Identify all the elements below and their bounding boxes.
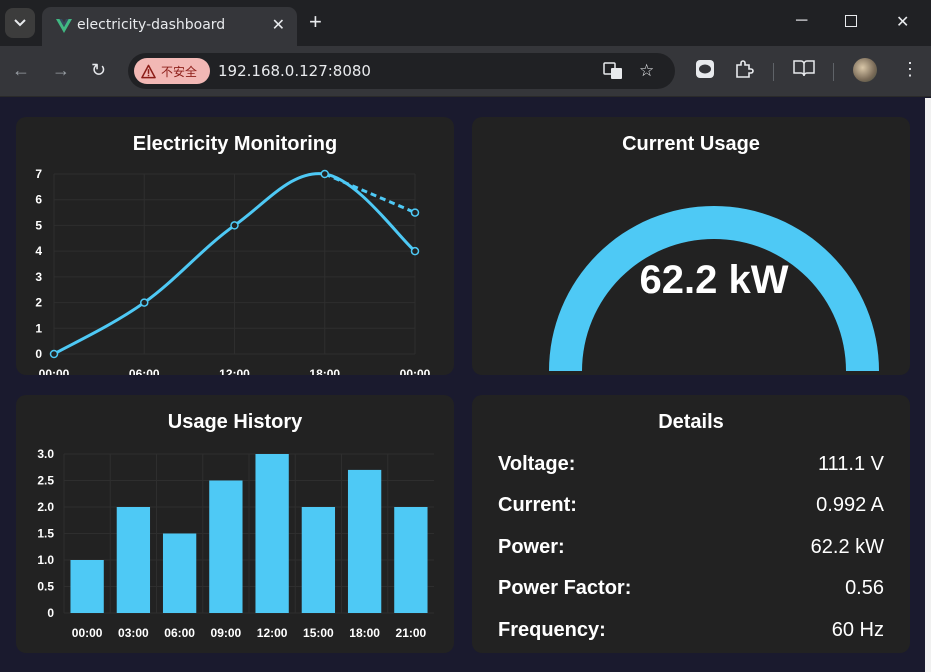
voltage-label: Voltage: [498,453,576,475]
y-tick-label: 6 [35,193,42,207]
x-tick-label: 21:00 [396,626,427,640]
power-value: 62.2 kW [810,536,884,558]
profile-avatar[interactable] [853,58,877,82]
toolbar-divider [833,63,834,81]
x-tick-label: 06:00 [129,367,160,375]
y-tick-label: 2.5 [37,474,54,488]
dashboard: Electricity Monitoring 0 1 2 3 4 5 6 7 00:00 06:0… [0,98,931,672]
current-value: 0.992 A [816,494,884,516]
x-tick-label: 12:00 [219,367,250,375]
details-card: Details Voltage: 111.1 V Current: 0.992 … [472,395,910,653]
current-label: Current: [498,494,577,516]
vue-logo-icon [56,19,72,33]
tab-search-button[interactable] [5,8,35,38]
details-row-voltage: Voltage: 111.1 V [498,453,884,477]
bar-chart: 0 0.5 1.0 1.5 2.0 2.5 3.0 00:00 03:00 06:00 09:00 1… [37,447,434,640]
x-tick-label: 00:00 [72,626,103,640]
bar [209,480,243,613]
monitoring-card: Electricity Monitoring 0 1 2 3 4 5 6 7 00:00 06:0… [16,117,454,375]
data-point [140,298,149,307]
new-tab-icon[interactable]: + [309,9,322,35]
details-row-power-factor: Power Factor: 0.56 [498,577,884,601]
frequency-value: 60 Hz [831,619,884,641]
maximize-icon[interactable] [845,14,857,32]
back-icon[interactable]: ← [12,60,30,81]
x-tick-label: 09:00 [211,626,242,640]
browser-tab[interactable]: electricity-dashboard ✕ [42,7,297,46]
series-line-forecast [324,172,416,214]
gauge-value: 62.2 kW [640,258,789,302]
current-usage-card: Current Usage 62.2 kW [472,117,910,375]
details-row-current: Current: 0.992 A [498,494,884,518]
menu-dots-icon[interactable]: ⋮ [901,59,919,80]
bar [70,560,104,613]
data-point [320,169,329,179]
bar [394,507,428,613]
minimize-icon[interactable]: ─ [796,12,807,30]
tab-title: electricity-dashboard [77,17,226,33]
x-tick-label: 12:00 [257,626,288,640]
x-tick-label: 00:00 [39,367,70,375]
x-tick-label: 15:00 [303,626,334,640]
bookmark-star-icon[interactable]: ☆ [639,61,654,81]
y-tick-label: 0 [35,347,42,361]
warning-icon [141,64,156,78]
close-window-icon[interactable]: ✕ [896,12,909,32]
y-tick-label: 1.0 [37,553,54,567]
power-label: Power: [498,536,565,558]
y-tick-label: 0.5 [37,580,54,594]
line-chart: 0 1 2 3 4 5 6 7 00:00 06:00 12:00 18:00 00:00 [35,167,431,375]
details-row-frequency: Frequency: 60 Hz [498,619,884,643]
y-tick-label: 2.0 [37,500,54,514]
security-chip[interactable]: 不安全 [134,58,210,84]
chevron-down-icon [14,19,26,27]
close-tab-icon[interactable]: ✕ [272,15,285,35]
bar [255,454,289,613]
voltage-value: 111.1 V [818,453,884,475]
power-factor-value: 0.56 [845,577,884,599]
url-text[interactable]: 192.168.0.127:8080 [218,62,371,80]
data-point [410,246,420,256]
x-tick-label: 18:00 [349,626,380,640]
details-row-power: Power: 62.2 kW [498,536,884,560]
adjacent-window-edge [925,98,931,672]
y-tick-label: 1 [35,321,42,335]
frequency-label: Frequency: [498,619,606,641]
gauge: 62.2 kW [549,206,879,371]
x-tick-label: 06:00 [164,626,195,640]
data-point [230,221,239,230]
x-tick-label: 18:00 [309,367,340,375]
x-tick-label: 00:00 [400,367,431,375]
extension-chat-icon[interactable] [695,59,715,84]
y-tick-label: 5 [35,218,42,232]
bar [162,533,197,613]
translate-icon[interactable] [603,61,623,86]
bar [116,507,151,613]
browser-toolbar: ← → ↻ 不安全 192.168.0.127:8080 ☆ ⋮ [0,46,931,97]
data-point [49,349,59,359]
y-tick-label: 7 [35,167,42,181]
extensions-puzzle-icon[interactable] [734,59,754,84]
address-bar[interactable]: 不安全 192.168.0.127:8080 ☆ [128,53,675,89]
data-point [410,208,420,217]
bar [301,507,336,613]
reading-mode-icon[interactable] [793,59,815,82]
details-title: Details [658,411,724,433]
toolbar-divider [773,63,774,81]
y-tick-label: 0 [47,606,54,620]
tab-bar: electricity-dashboard ✕ + ─ ✕ [0,0,931,46]
y-tick-label: 3 [35,270,42,284]
y-tick-label: 2 [35,296,42,310]
y-tick-label: 4 [35,244,42,258]
reload-icon[interactable]: ↻ [91,60,106,81]
x-tick-label: 03:00 [118,626,149,640]
security-label: 不安全 [161,64,198,79]
bar [347,469,382,613]
y-tick-label: 1.5 [37,527,54,541]
y-tick-label: 3.0 [37,447,54,461]
usage-history-card: Usage History 0 0.5 1.0 1.5 2.0 2.5 3.0 00:00 03… [16,395,454,653]
forward-icon[interactable]: → [52,60,70,81]
power-factor-label: Power Factor: [498,577,632,599]
